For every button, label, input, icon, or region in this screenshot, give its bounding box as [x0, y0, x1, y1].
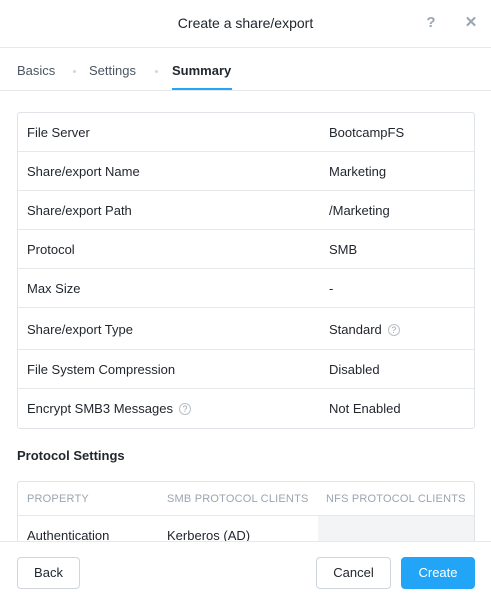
protocol-settings-table: PROPERTY SMB PROTOCOL CLIENTS NFS PROTOC…	[17, 481, 475, 541]
cancel-button[interactable]: Cancel	[316, 557, 391, 589]
summary-row-compression: File System Compression Disabled	[18, 350, 474, 389]
tab-separator	[155, 70, 158, 73]
tab-basics[interactable]: Basics	[17, 63, 55, 78]
summary-value: SMB	[329, 242, 358, 257]
summary-value-with-info: Standard?	[329, 322, 400, 337]
create-share-dialog: Create a share/export ? ✕ Basics Setting…	[0, 0, 491, 596]
summary-row-file-server: File Server BootcampFS	[18, 113, 474, 152]
summary-value: -	[329, 281, 334, 296]
protocol-settings-title: Protocol Settings	[17, 448, 125, 463]
summary-label: Protocol	[27, 242, 75, 257]
summary-label: Share/export Name	[27, 164, 140, 179]
tab-settings[interactable]: Settings	[89, 63, 136, 78]
dialog-header: Create a share/export ? ✕	[0, 0, 491, 48]
active-tab-indicator	[172, 88, 232, 90]
summary-value: Not Enabled	[329, 401, 401, 416]
table-header: PROPERTY SMB PROTOCOL CLIENTS NFS PROTOC…	[18, 482, 474, 516]
dialog-body[interactable]: File Server BootcampFS Share/export Name…	[0, 92, 491, 541]
summary-label: File System Compression	[27, 362, 176, 377]
nfs-cell-disabled	[318, 516, 474, 541]
summary-value: BootcampFS	[329, 125, 405, 140]
dialog-title: Create a share/export	[177, 15, 314, 31]
summary-label: File Server	[27, 125, 90, 140]
summary-row-share-name: Share/export Name Marketing	[18, 152, 474, 191]
tab-separator	[73, 70, 76, 73]
tab-summary[interactable]: Summary	[172, 63, 231, 78]
back-button[interactable]: Back	[17, 557, 80, 589]
summary-label: Share/export Path	[27, 203, 132, 218]
info-icon[interactable]: ?	[387, 324, 400, 336]
summary-label: Share/export Type	[27, 322, 133, 337]
info-icon[interactable]: ?	[178, 403, 191, 415]
table-row: Authentication Kerberos (AD)	[18, 516, 474, 541]
summary-table: File Server BootcampFS Share/export Name…	[17, 112, 475, 429]
property-cell: Authentication	[27, 528, 110, 541]
close-icon[interactable]: ✕	[462, 14, 480, 32]
help-icon[interactable]: ?	[422, 14, 440, 32]
smb-cell: Kerberos (AD)	[167, 528, 251, 541]
summary-label: Max Size	[27, 281, 81, 296]
summary-value: /Marketing	[329, 203, 390, 218]
column-header-property: PROPERTY	[27, 493, 89, 505]
summary-row-share-type: Share/export Type Standard?	[18, 308, 474, 350]
summary-value: Standard	[329, 322, 382, 337]
summary-label-with-info: Encrypt SMB3 Messages?	[27, 401, 191, 416]
summary-row-encrypt-smb3: Encrypt SMB3 Messages? Not Enabled	[18, 389, 474, 428]
summary-row-max-size: Max Size -	[18, 269, 474, 308]
summary-label: Encrypt SMB3 Messages	[27, 401, 173, 416]
wizard-tabs: Basics Settings Summary	[0, 48, 491, 91]
column-header-smb: SMB PROTOCOL CLIENTS	[167, 493, 309, 505]
summary-row-protocol: Protocol SMB	[18, 230, 474, 269]
create-button[interactable]: Create	[401, 557, 475, 589]
dialog-footer: Back Cancel Create	[0, 541, 491, 596]
column-header-nfs: NFS PROTOCOL CLIENTS	[326, 493, 466, 505]
summary-value: Marketing	[329, 164, 387, 179]
summary-row-share-path: Share/export Path /Marketing	[18, 191, 474, 230]
summary-value: Disabled	[329, 362, 380, 377]
